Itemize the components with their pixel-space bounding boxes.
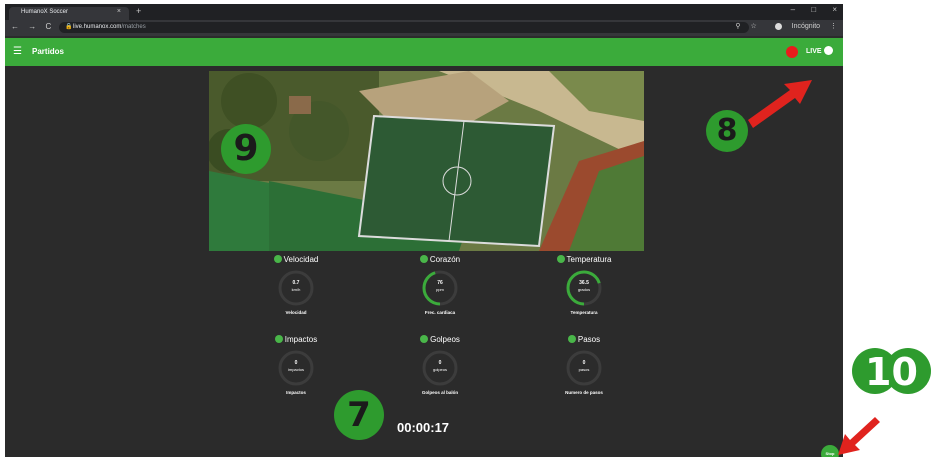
incognito-profile[interactable]: Incógnito bbox=[767, 22, 820, 30]
nav-buttons: ← → C bbox=[11, 22, 58, 31]
incognito-icon bbox=[774, 22, 782, 30]
callout-number-9: 9 bbox=[233, 128, 259, 169]
callout-number-8: 8 bbox=[716, 113, 738, 148]
shoe-icon bbox=[567, 335, 576, 343]
metric-unit: impactos bbox=[287, 367, 304, 372]
metric-value: 0 bbox=[294, 360, 298, 366]
metric-card-golpeos: Golpeos 0 golpeos Golpeos al balón bbox=[385, 335, 495, 425]
recording-indicator-icon bbox=[786, 46, 798, 58]
address-bar: ← → C 🔒 live.humanox.com/matches ⚲ ☆ Inc… bbox=[5, 20, 843, 36]
reload-icon[interactable]: C bbox=[45, 22, 51, 31]
browser-tab[interactable]: HumanoX Soccer × bbox=[9, 7, 129, 20]
metric-title: Pasos bbox=[529, 335, 639, 344]
close-window-icon[interactable]: × bbox=[832, 5, 837, 14]
maximize-icon[interactable]: □ bbox=[811, 5, 816, 14]
metric-title-text: Velocidad bbox=[283, 255, 319, 264]
url-text: live.humanox.com/matches bbox=[73, 24, 146, 30]
metric-caption: Velocidad bbox=[285, 310, 307, 315]
metric-title-text: Corazón bbox=[429, 255, 461, 264]
back-icon[interactable]: ← bbox=[11, 22, 19, 31]
forward-icon[interactable]: → bbox=[28, 22, 36, 31]
metric-unit: grados bbox=[577, 287, 591, 292]
elapsed-timer: 00:00:17 bbox=[397, 420, 450, 435]
metric-card-corazón: Corazón 76 ppm Frec. cardiaca bbox=[385, 255, 495, 345]
metric-value: 0 bbox=[438, 360, 442, 366]
lock-icon: 🔒 bbox=[65, 24, 73, 30]
metric-unit: ppm bbox=[436, 287, 444, 292]
kebab-menu-icon[interactable]: ⋮ bbox=[830, 23, 837, 30]
satellite-map[interactable] bbox=[209, 71, 644, 251]
metric-unit: pasos bbox=[578, 367, 590, 372]
metric-card-pasos: Pasos 0 pasos Numero de pasos bbox=[529, 335, 639, 425]
browser-window: HumanoX Soccer × + – □ × ← → C 🔒 live.hu… bbox=[5, 4, 843, 457]
window-controls: – □ × bbox=[777, 5, 837, 14]
metric-caption: Golpeos al balón bbox=[421, 390, 459, 395]
metric-title-text: Pasos bbox=[577, 335, 601, 344]
tab-title: HumanoX Soccer bbox=[21, 9, 69, 15]
metric-title: Golpeos bbox=[385, 335, 495, 344]
url-field[interactable]: 🔒 live.humanox.com/matches bbox=[59, 22, 749, 33]
metric-caption: Temperatura bbox=[570, 310, 598, 315]
address-icons: ⚲ ☆ Incógnito ⋮ bbox=[727, 22, 837, 30]
metric-value: 0 bbox=[582, 360, 586, 366]
metric-value: 0.7 bbox=[292, 280, 300, 286]
live-label: LIVE bbox=[806, 48, 822, 55]
arrow-to-stop bbox=[838, 417, 880, 455]
app-bar: ☰ Partidos LIVE bbox=[5, 38, 843, 66]
metric-title-text: Impactos bbox=[284, 335, 318, 344]
metric-title: Corazón bbox=[385, 255, 495, 264]
metric-unit: golpeos bbox=[432, 367, 447, 372]
callout-number-10: 10 bbox=[865, 350, 918, 394]
people-icon bbox=[274, 335, 283, 343]
ball-icon bbox=[420, 335, 429, 343]
account-icon[interactable] bbox=[824, 46, 833, 55]
metric-title: Temperatura bbox=[529, 255, 639, 264]
metric-unit: km/h bbox=[291, 287, 301, 292]
new-tab-button[interactable]: + bbox=[136, 6, 141, 16]
callout-number-7: 7 bbox=[347, 395, 371, 435]
star-icon[interactable]: ☆ bbox=[750, 23, 756, 30]
stop-button[interactable]: Stop bbox=[821, 445, 839, 457]
thermometer-icon bbox=[556, 255, 565, 263]
metric-caption: Numero de pasos bbox=[565, 390, 603, 395]
metric-card-temperatura: Temperatura 36.5 grados Temperatura bbox=[529, 255, 639, 345]
metric-title-text: Golpeos bbox=[430, 335, 460, 344]
close-tab-icon[interactable]: × bbox=[117, 8, 121, 15]
minimize-icon[interactable]: – bbox=[791, 5, 795, 14]
metric-title-text: Temperatura bbox=[566, 255, 612, 264]
metric-title: Impactos bbox=[241, 335, 351, 344]
metric-caption: Frec. cardiaca bbox=[424, 310, 456, 315]
search-icon[interactable]: ⚲ bbox=[735, 23, 740, 30]
metric-value: 76 bbox=[437, 280, 443, 286]
page-title: Partidos bbox=[32, 47, 65, 56]
metric-value: 36.5 bbox=[579, 280, 589, 286]
tab-bar: HumanoX Soccer × + – □ × bbox=[5, 4, 843, 20]
map-image bbox=[209, 71, 644, 251]
metric-card-velocidad: Velocidad 0.7 km/h Velocidad bbox=[241, 255, 351, 345]
hamburger-menu-icon[interactable]: ☰ bbox=[13, 46, 22, 57]
speedometer-icon bbox=[273, 255, 282, 263]
metric-title: Velocidad bbox=[241, 255, 351, 264]
heart-icon bbox=[419, 255, 428, 263]
